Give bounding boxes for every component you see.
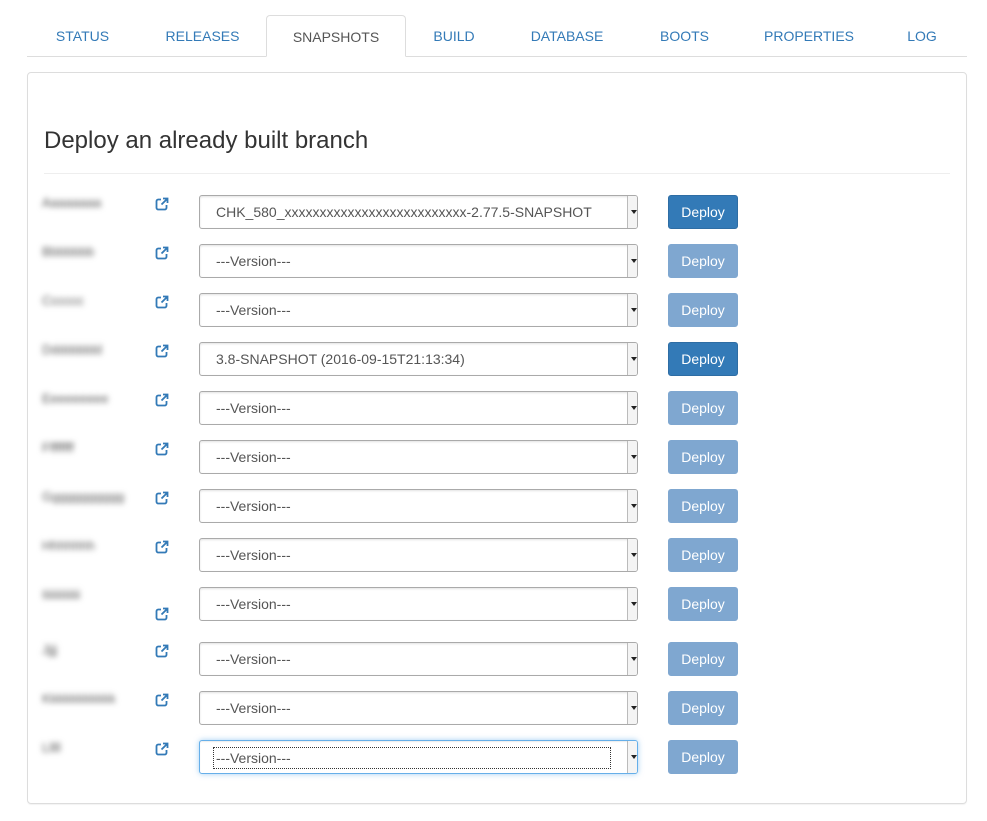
- tab-boots[interactable]: BOOTS: [642, 15, 727, 57]
- chevron-down-icon: [627, 441, 637, 473]
- external-link-icon[interactable]: [155, 540, 169, 554]
- external-link-icon[interactable]: [155, 344, 169, 358]
- tab-properties[interactable]: PROPERTIES: [749, 15, 869, 57]
- deploy-button[interactable]: Deploy: [668, 587, 738, 621]
- version-select-value: 3.8-SNAPSHOT (2016-09-15T21:13:34): [216, 351, 465, 367]
- tab-build[interactable]: BUILD: [415, 15, 493, 57]
- version-select-value: CHK_580_xxxxxxxxxxxxxxxxxxxxxxxxxx-2.77.…: [216, 204, 592, 220]
- chevron-down-icon: [627, 196, 637, 228]
- branch-name: Jjjj: [42, 642, 58, 657]
- branch-name: Ggggggggggg: [42, 489, 125, 504]
- version-select[interactable]: 3.8-SNAPSHOT (2016-09-15T21:13:34): [199, 342, 638, 376]
- branch-name: Eeeeeeeee: [42, 391, 109, 406]
- tab-database[interactable]: DATABASE: [514, 15, 620, 57]
- external-link-icon[interactable]: [155, 742, 169, 756]
- deploy-button[interactable]: Deploy: [668, 342, 738, 376]
- chevron-down-icon: [627, 588, 637, 620]
- version-select[interactable]: CHK_580_xxxxxxxxxxxxxxxxxxxxxxxxxx-2.77.…: [199, 195, 638, 229]
- chevron-down-icon: [627, 294, 637, 326]
- external-link-icon[interactable]: [155, 644, 169, 658]
- version-select-value: ---Version---: [216, 400, 291, 416]
- branch-row: Hhhhhhh ---Version--- Deploy: [28, 538, 966, 572]
- chevron-down-icon: [627, 692, 637, 724]
- branch-row: Jjjj ---Version--- Deploy: [28, 642, 966, 676]
- branch-row: Bbbbbbb ---Version--- Deploy: [28, 244, 966, 278]
- version-select-value: ---Version---: [216, 700, 291, 716]
- version-select[interactable]: ---Version---: [199, 587, 638, 621]
- deploy-button[interactable]: Deploy: [668, 391, 738, 425]
- branch-row: Aaaaaaaa CHK_580_xxxxxxxxxxxxxxxxxxxxxxxx…: [28, 195, 966, 229]
- deploy-button[interactable]: Deploy: [668, 293, 738, 327]
- branch-name: Hhhhhhh: [42, 538, 95, 553]
- snapshots-panel: Deploy an already built branch Aaaaaaaa C…: [27, 72, 967, 804]
- version-select-value: ---Version---: [213, 747, 611, 770]
- branch-name: Ffffffff: [42, 440, 74, 455]
- nav-tabs: STATUS RELEASES SNAPSHOTS BUILD DATABASE…: [27, 15, 967, 57]
- version-select[interactable]: ---Version---: [199, 740, 638, 774]
- panel-divider: [44, 173, 950, 174]
- branch-row: Ggggggggggg ---Version--- Deploy: [28, 489, 966, 523]
- chevron-down-icon: [627, 643, 637, 675]
- panel-title: Deploy an already built branch: [44, 127, 369, 154]
- branch-row: Iiiiiiiiiiiii ---Version--- Deploy: [28, 587, 966, 621]
- branch-row: Dddddddd 3.8-SNAPSHOT (2016-09-15T21:13:3…: [28, 342, 966, 376]
- tab-status[interactable]: STATUS: [27, 15, 138, 57]
- version-select[interactable]: ---Version---: [199, 691, 638, 725]
- deploy-button[interactable]: Deploy: [668, 691, 738, 725]
- tab-log[interactable]: LOG: [892, 15, 952, 57]
- tab-snapshots[interactable]: SNAPSHOTS: [266, 15, 406, 57]
- version-select-value: ---Version---: [216, 596, 291, 612]
- external-link-icon[interactable]: [155, 197, 169, 211]
- external-link-icon[interactable]: [155, 246, 169, 260]
- branch-row: Lllll ---Version--- Deploy: [28, 740, 966, 774]
- deploy-button[interactable]: Deploy: [668, 195, 738, 229]
- version-select[interactable]: ---Version---: [199, 293, 638, 327]
- deploy-button[interactable]: Deploy: [668, 244, 738, 278]
- branch-row: Cccccc ---Version--- Deploy: [28, 293, 966, 327]
- external-link-icon[interactable]: [155, 393, 169, 407]
- external-link-icon[interactable]: [155, 693, 169, 707]
- tab-releases[interactable]: RELEASES: [145, 15, 260, 57]
- version-select-value: ---Version---: [216, 547, 291, 563]
- external-link-icon[interactable]: [155, 295, 169, 309]
- version-select[interactable]: ---Version---: [199, 391, 638, 425]
- version-select-value: ---Version---: [216, 302, 291, 318]
- branch-row: Kkkkkkkkkkk ---Version--- Deploy: [28, 691, 966, 725]
- external-link-icon[interactable]: [155, 491, 169, 505]
- chevron-down-icon: [627, 392, 637, 424]
- version-select[interactable]: ---Version---: [199, 642, 638, 676]
- branch-row: Eeeeeeeee ---Version--- Deploy: [28, 391, 966, 425]
- chevron-down-icon: [627, 343, 637, 375]
- branch-name: Kkkkkkkkkkk: [42, 691, 116, 706]
- branch-name: Iiiiiiiiiiiii: [42, 587, 81, 602]
- branch-name: Cccccc: [42, 293, 84, 308]
- branch-row: Ffffffff ---Version--- Deploy: [28, 440, 966, 474]
- chevron-down-icon: [627, 741, 637, 773]
- deploy-button[interactable]: Deploy: [668, 538, 738, 572]
- branch-name: Lllll: [42, 740, 61, 755]
- external-link-icon[interactable]: [155, 607, 169, 621]
- branch-name: Aaaaaaaa: [42, 195, 102, 210]
- chevron-down-icon: [627, 245, 637, 277]
- chevron-down-icon: [627, 490, 637, 522]
- version-select[interactable]: ---Version---: [199, 244, 638, 278]
- branch-name: Bbbbbbb: [42, 244, 95, 259]
- branch-name: Dddddddd: [42, 342, 102, 357]
- version-select[interactable]: ---Version---: [199, 538, 638, 572]
- version-select-value: ---Version---: [216, 253, 291, 269]
- deploy-button[interactable]: Deploy: [668, 740, 738, 774]
- chevron-down-icon: [627, 539, 637, 571]
- deploy-button[interactable]: Deploy: [668, 642, 738, 676]
- version-select-value: ---Version---: [216, 651, 291, 667]
- version-select[interactable]: ---Version---: [199, 489, 638, 523]
- external-link-icon[interactable]: [155, 442, 169, 456]
- deploy-button[interactable]: Deploy: [668, 440, 738, 474]
- deploy-button[interactable]: Deploy: [668, 489, 738, 523]
- version-select-value: ---Version---: [216, 498, 291, 514]
- version-select[interactable]: ---Version---: [199, 440, 638, 474]
- version-select-value: ---Version---: [216, 449, 291, 465]
